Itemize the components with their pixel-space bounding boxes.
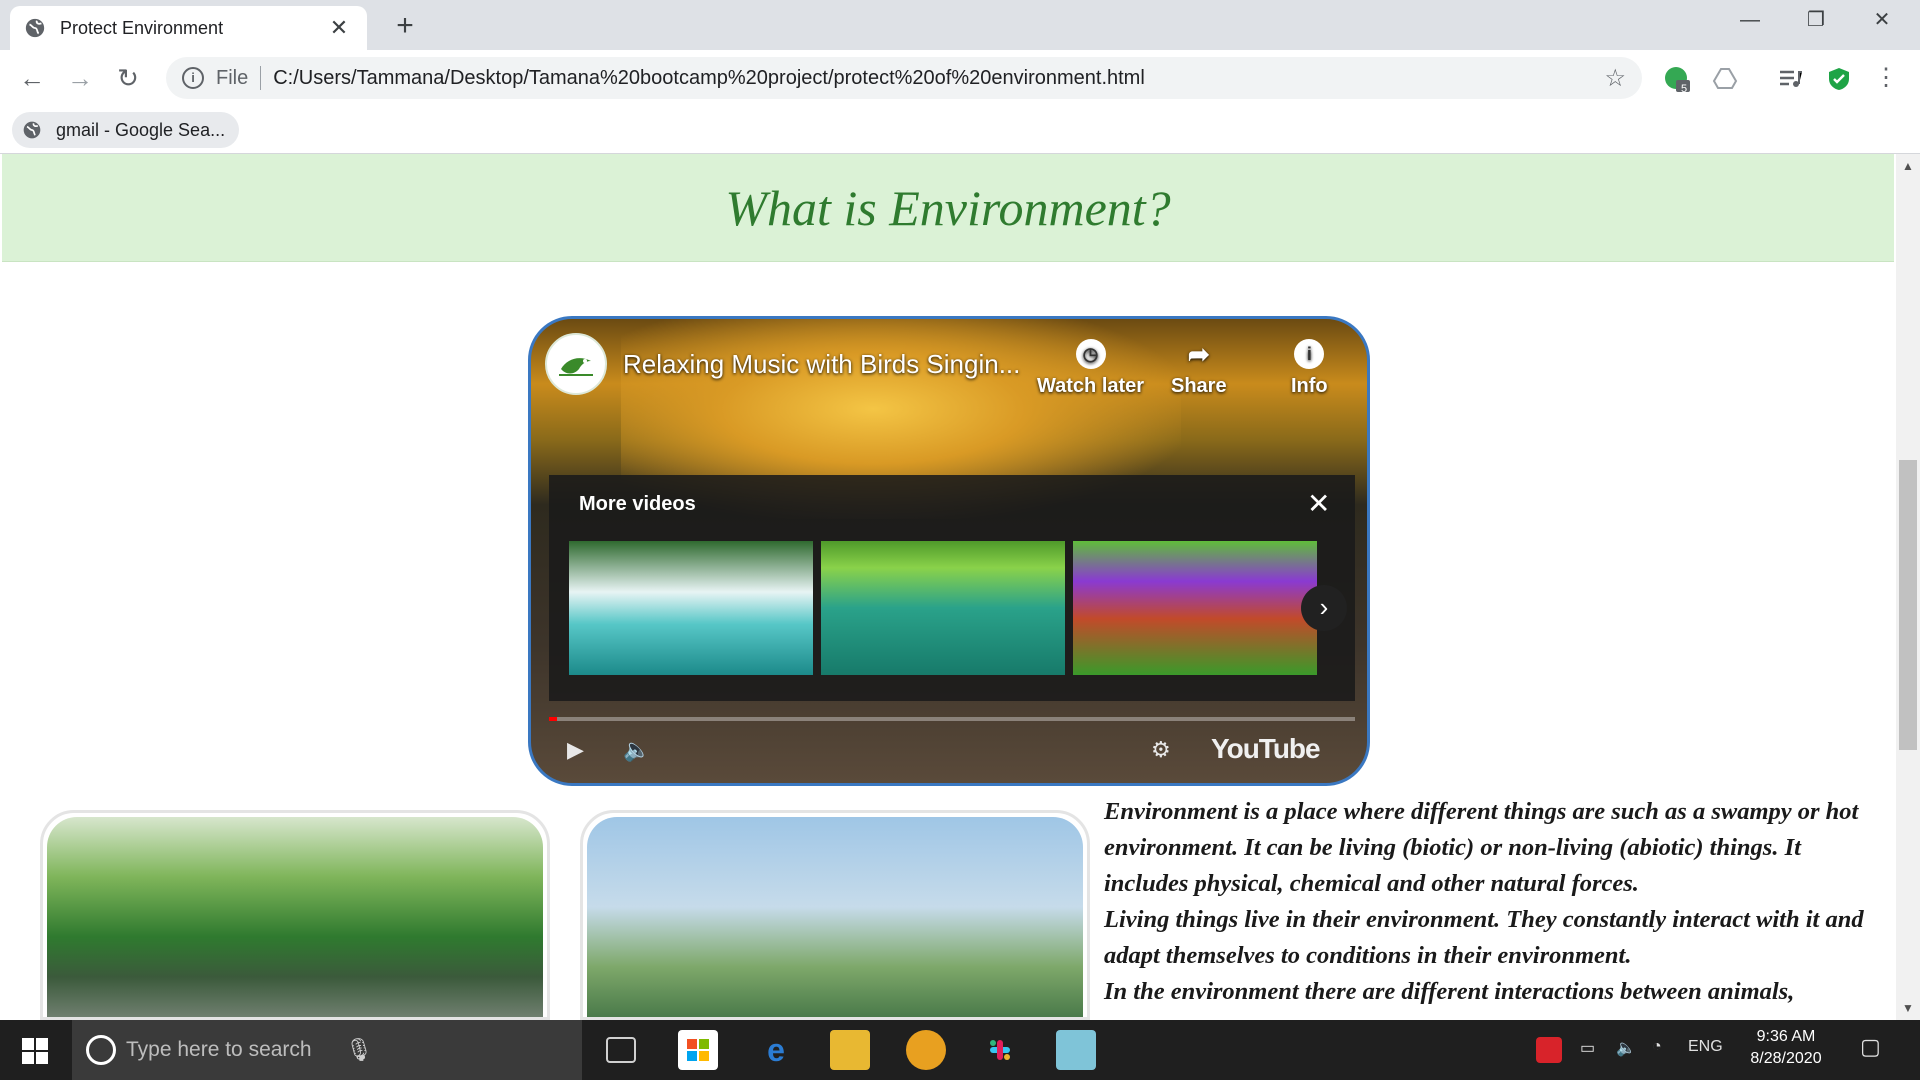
notepad-icon[interactable] (1056, 1030, 1096, 1070)
windows-taskbar: Type here to search 🎙 e ▭ 🔈 ◔ ENG 9:36 A… (0, 1020, 1920, 1080)
scroll-up-arrow-icon[interactable]: ▲ (1896, 156, 1920, 176)
waterfall-horse-image (580, 810, 1090, 1020)
menu-icon[interactable]: ⋮ (1870, 62, 1902, 94)
restore-button[interactable]: ❐ (1786, 0, 1846, 40)
reload-button[interactable]: ↻ (112, 62, 144, 94)
paragraph: Living things live in their environment.… (1104, 906, 1864, 969)
antivirus-tray-icon[interactable] (1536, 1037, 1562, 1063)
clock-icon: ◷ (1075, 339, 1106, 369)
settings-icon[interactable]: ⚙ (1151, 737, 1171, 763)
wifi-icon[interactable]: ◔ (1652, 1038, 1662, 1056)
taskbar-search[interactable]: Type here to search 🎙 (72, 1020, 582, 1080)
waterfall-horse-photo (587, 817, 1083, 1017)
bookmarks-bar: gmail - Google Sea... (0, 106, 1920, 154)
divider (260, 66, 262, 90)
globe-icon (23, 121, 41, 139)
scrollbar-thumb[interactable] (1899, 460, 1917, 750)
star-icon[interactable]: ☆ (1604, 64, 1626, 93)
volume-icon[interactable]: 🔈 (623, 737, 650, 763)
new-tab-button[interactable]: + (388, 10, 422, 44)
channel-avatar[interactable] (545, 333, 607, 395)
minimize-button[interactable]: — (1720, 0, 1780, 40)
microphone-icon[interactable]: 🎙 (345, 1037, 564, 1063)
info-icon: i (1294, 339, 1325, 369)
battery-icon[interactable]: ▭ (1580, 1038, 1595, 1058)
taskbar-clock[interactable]: 9:36 AM 8/28/2020 (1738, 1026, 1834, 1070)
tab-strip: Protect Environment ✕ + — ❐ ✕ (0, 0, 1920, 50)
video-thumbnail-waterfall[interactable] (569, 541, 813, 675)
search-placeholder: Type here to search (126, 1038, 312, 1061)
page-title: What is Environment? (725, 180, 1171, 236)
language-indicator[interactable]: ENG (1688, 1038, 1723, 1056)
globe-icon (25, 18, 45, 38)
media-control-icon[interactable] (1777, 66, 1803, 92)
info-button[interactable]: i Info (1291, 339, 1328, 398)
clock-time: 9:36 AM (1756, 1028, 1816, 1045)
info-icon[interactable]: i (182, 67, 204, 89)
chrome-icon[interactable] (906, 1030, 946, 1070)
info-label: Info (1291, 375, 1328, 397)
next-arrow-icon[interactable]: › (1301, 585, 1347, 631)
share-label: Share (1171, 375, 1227, 397)
browser-toolbar: ← → ↻ i File C:/Users/Tammana/Desktop/Ta… (0, 50, 1920, 106)
youtube-embed[interactable]: Relaxing Music with Birds Singin... ◷ Wa… (528, 316, 1370, 786)
video-progress-bar[interactable] (549, 717, 1355, 721)
cortana-icon (86, 1035, 116, 1065)
clock-date: 8/28/2020 (1750, 1050, 1822, 1067)
shield-icon[interactable] (1826, 66, 1852, 92)
drive-extension-icon[interactable] (1712, 66, 1738, 92)
file-explorer-icon[interactable] (830, 1030, 870, 1070)
close-window-button[interactable]: ✕ (1852, 0, 1912, 40)
address-bar[interactable]: i File C:/Users/Tammana/Desktop/Tamana%2… (166, 57, 1642, 99)
url-text[interactable]: C:/Users/Tammana/Desktop/Tamana%20bootca… (273, 67, 1604, 90)
garden-bridge-photo (47, 817, 543, 1017)
bird-icon (559, 358, 593, 376)
back-button[interactable]: ← (16, 62, 48, 94)
tab-protect-environment[interactable]: Protect Environment ✕ (10, 6, 367, 50)
task-view-icon[interactable] (606, 1037, 636, 1063)
scheme-label: File (216, 66, 249, 89)
slack-icon[interactable] (980, 1030, 1020, 1070)
paragraph: Environment is a place where different t… (1104, 798, 1859, 897)
environment-description: Environment is a place where different t… (1104, 794, 1884, 1010)
garden-bridge-image (40, 810, 550, 1020)
watch-later-button[interactable]: ◷ Watch later (1037, 339, 1144, 398)
bookmark-gmail-search[interactable]: gmail - Google Sea... (12, 112, 240, 148)
tab-close-button[interactable]: ✕ (325, 15, 353, 41)
video-progress-fill (549, 717, 558, 721)
video-title[interactable]: Relaxing Music with Birds Singin... (623, 349, 1020, 380)
paragraph: In the environment there are different i… (1104, 978, 1795, 1005)
speaker-icon[interactable]: 🔈 (1616, 1038, 1636, 1058)
share-icon: ➦ (1187, 339, 1210, 369)
store-icon[interactable] (678, 1030, 718, 1070)
scroll-down-arrow-icon[interactable]: ▼ (1896, 998, 1920, 1018)
edge-icon[interactable]: e (756, 1030, 796, 1070)
youtube-logo[interactable]: YouTube (1211, 733, 1321, 765)
extension-badge: 5 (1681, 83, 1688, 95)
video-thumbnail-flower-bicycle[interactable] (1073, 541, 1317, 675)
notification-icon[interactable]: ▢ (1860, 1034, 1881, 1060)
play-icon[interactable]: ▶ (567, 737, 584, 763)
windows-start-icon[interactable] (22, 1038, 48, 1064)
share-button[interactable]: ➦ Share (1171, 339, 1227, 398)
video-thumbnail-swans[interactable] (821, 541, 1065, 675)
bookmark-label: gmail - Google Sea... (56, 119, 226, 140)
watch-later-label: Watch later (1037, 375, 1145, 397)
more-videos-label: More videos (579, 493, 696, 515)
forward-button[interactable]: → (64, 62, 96, 94)
page-header: What is Environment? (2, 154, 1894, 262)
tab-title: Protect Environment (60, 17, 224, 38)
close-icon[interactable]: ✕ (1307, 487, 1330, 520)
page-viewport: What is Environment? Relaxing Music with… (0, 154, 1896, 1020)
more-videos-panel: More videos ✕ › (549, 475, 1355, 701)
